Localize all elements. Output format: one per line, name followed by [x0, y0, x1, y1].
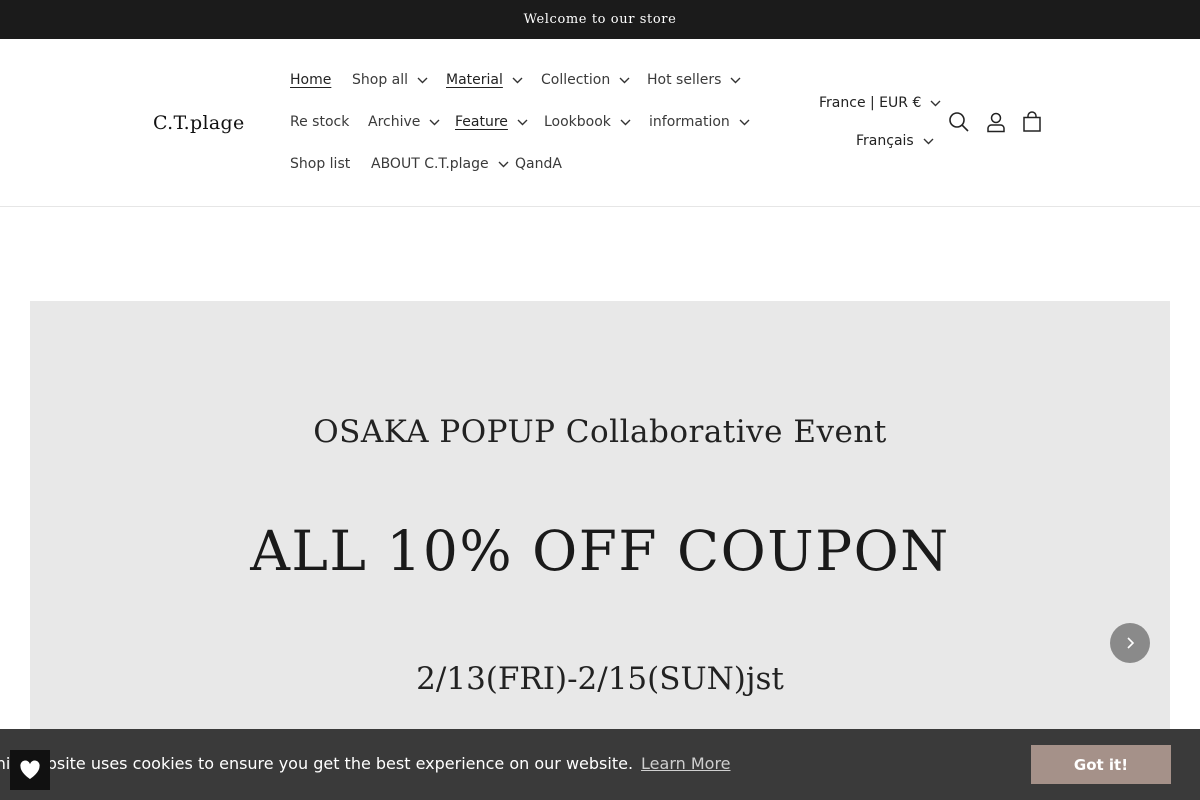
chevron-right-icon: [1127, 637, 1135, 649]
chevron-down-icon: [930, 100, 941, 106]
heart-icon: [20, 760, 40, 779]
chevron-down-icon: [517, 119, 528, 125]
chevron-down-icon: [923, 138, 934, 144]
nav-item-hot-sellers[interactable]: Hot sellers: [647, 67, 741, 93]
nav-label: Re stock: [290, 114, 350, 130]
logo[interactable]: C.T.plage: [153, 112, 245, 134]
nav-label: Home: [290, 72, 332, 88]
nav-item-material[interactable]: Material: [446, 67, 523, 93]
nav-item-home[interactable]: Home: [290, 67, 331, 93]
announcement-text: Welcome to our store: [523, 12, 677, 27]
nav-label: QandA: [515, 156, 562, 172]
chevron-down-icon: [730, 77, 741, 83]
learn-more-link[interactable]: Learn More: [641, 754, 730, 773]
cookie-accept-button[interactable]: Got it!: [1031, 745, 1171, 784]
nav-label: Hot sellers: [647, 72, 722, 88]
chevron-down-icon: [620, 119, 631, 125]
nav-item-collection[interactable]: Collection: [541, 67, 630, 93]
account-button[interactable]: [981, 107, 1011, 137]
cookie-message: This website uses cookies to ensure you …: [0, 754, 760, 773]
country-currency-label: France | EUR €: [819, 95, 922, 111]
banner-event-title: OSAKA POPUP Collaborative Event: [313, 414, 887, 450]
nav-item-qanda[interactable]: QandA: [515, 151, 562, 177]
nav-label: Shop all: [352, 72, 409, 88]
chevron-down-icon: [498, 161, 509, 167]
nav-label: Feature: [455, 114, 508, 130]
nav-label: Material: [446, 72, 503, 88]
chevron-down-icon: [739, 119, 750, 125]
nav-label: information: [649, 114, 730, 130]
chevron-down-icon: [429, 119, 440, 125]
cookie-consent-bar: This website uses cookies to ensure you …: [0, 729, 1200, 800]
nav-item-lookbook[interactable]: Lookbook: [544, 109, 631, 135]
nav-label: Archive: [368, 114, 421, 130]
nav-item-feature[interactable]: Feature: [455, 109, 528, 135]
nav-label: ABOUT C.T.plage: [371, 156, 489, 172]
chevron-down-icon: [512, 77, 523, 83]
banner-coupon-headline: ALL 10% OFF COUPON: [250, 519, 950, 583]
hero-banner[interactable]: OSAKA POPUP Collaborative Event ALL 10% …: [30, 301, 1170, 800]
cart-icon: [1023, 111, 1041, 132]
cart-button[interactable]: [1017, 107, 1047, 137]
announcement-bar: Welcome to our store: [0, 0, 1200, 39]
site-header: C.T.plage Home Shop all Material Collect…: [0, 39, 1200, 207]
search-icon: [949, 112, 969, 132]
chevron-down-icon: [417, 77, 428, 83]
cookie-text: This website uses cookies to ensure you …: [0, 754, 634, 773]
search-button[interactable]: [944, 107, 974, 137]
chevron-down-icon: [619, 77, 630, 83]
nav-item-information[interactable]: information: [649, 109, 750, 135]
nav-label: Collection: [541, 72, 611, 88]
banner-dates: 2/13(FRI)-2/15(SUN)jst: [416, 661, 784, 697]
nav-label: Shop list: [290, 156, 351, 172]
country-currency-selector[interactable]: France | EUR €: [819, 90, 941, 116]
nav-item-archive[interactable]: Archive: [368, 109, 440, 135]
slide-next-button[interactable]: [1110, 623, 1150, 663]
nav-item-shop-list[interactable]: Shop list: [290, 151, 350, 177]
wishlist-button[interactable]: [10, 750, 50, 790]
language-label: Français: [856, 133, 914, 149]
nav-label: Lookbook: [544, 114, 611, 130]
nav-item-re-stock[interactable]: Re stock: [290, 109, 349, 135]
nav-item-shop-all[interactable]: Shop all: [352, 67, 428, 93]
user-icon: [987, 112, 1005, 133]
language-selector[interactable]: Français: [856, 128, 934, 154]
nav-item-about[interactable]: ABOUT C.T.plage: [371, 151, 509, 177]
